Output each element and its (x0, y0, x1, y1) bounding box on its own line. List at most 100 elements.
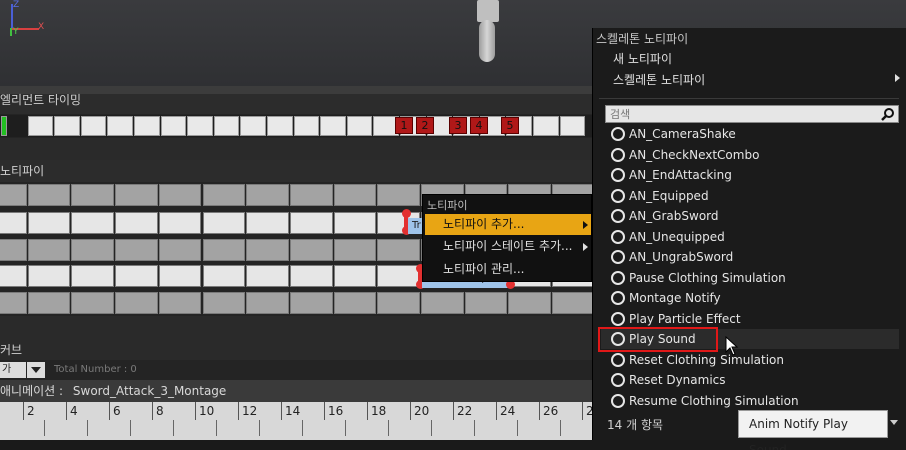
notify-circle-icon (611, 229, 625, 244)
new-notify-item[interactable]: 새 노티파이 (613, 50, 672, 67)
notify-list-item[interactable]: AN_Unequipped (601, 227, 899, 247)
item-count: 14 개 항목 (607, 418, 664, 432)
element-timing-cell (346, 116, 373, 136)
notify-circle-icon (611, 147, 625, 162)
notify-track-cell (27, 265, 71, 287)
axis-z-label: Z (13, 0, 20, 10)
notify-list-item-label: Play Particle Effect (629, 311, 741, 326)
manage-notifies-menu-item[interactable]: 노티파이 관리... (425, 259, 591, 280)
timing-marker[interactable]: 4 (470, 117, 488, 134)
axis-x-label: X (38, 22, 45, 32)
notify-circle-icon (611, 209, 625, 223)
spacer (0, 138, 600, 162)
add-notify-state-label: 노티파이 스테이트 추가... (443, 239, 573, 253)
notify-label: 노티파이 (0, 164, 45, 178)
notify-list-item[interactable]: AN_CameraShake (601, 124, 899, 144)
notify-track-cell (27, 292, 71, 314)
ruler-subtick (173, 420, 174, 436)
search-icon[interactable] (881, 107, 895, 121)
notify-list-item[interactable]: Resume Clothing Simulation (601, 391, 899, 411)
curve-type-dropdown[interactable]: 가 (0, 362, 26, 378)
element-timing-header (0, 94, 600, 114)
element-timing-cell (160, 116, 187, 136)
element-timing-cell (187, 116, 213, 136)
ruler-tick-label: 2 (23, 402, 35, 420)
notify-list-item[interactable]: AN_Equipped (601, 186, 899, 206)
curve-dropdown-arrow-icon[interactable] (27, 362, 45, 378)
notify-track-cell (289, 265, 333, 287)
axis-y-gizmo (10, 28, 12, 36)
timing-marker[interactable]: 3 (449, 117, 467, 134)
notify-list-item-label: Montage Notify (629, 291, 721, 305)
notify-header (0, 160, 600, 182)
notify-circle-icon (611, 270, 625, 285)
search-box[interactable] (605, 105, 899, 123)
character-leg (479, 20, 495, 62)
notify-list-item[interactable]: AN_EndAttacking (601, 165, 899, 185)
notify-circle-icon (611, 311, 625, 326)
notify-circle-icon (611, 291, 625, 305)
element-timing-cell (213, 116, 240, 136)
notify-track-cell (333, 184, 377, 206)
notify-track-cell (508, 292, 552, 314)
notify-track-cell (158, 239, 202, 261)
tooltip: Anim Notify Play Sound (738, 410, 888, 450)
notify-track-cell (27, 239, 71, 261)
ruler-subtick (216, 420, 217, 436)
ruler-subtick (388, 420, 389, 436)
notify-track-cell (0, 292, 27, 314)
timing-marker[interactable]: 2 (416, 117, 434, 134)
notify-track-cell (202, 212, 246, 234)
notify-circle-icon (611, 352, 625, 367)
notify-track-cell (0, 239, 27, 261)
timing-marker[interactable]: 5 (501, 117, 519, 134)
notify-list-item[interactable]: Play Particle Effect (601, 309, 899, 329)
notify-track-cell (0, 184, 27, 206)
search-input[interactable] (610, 107, 870, 121)
notify-track-cell (289, 292, 333, 314)
notify-list-item[interactable]: AN_GrabSword (601, 206, 899, 226)
ruler-tick-label: 16 (324, 402, 343, 420)
notify-list-item-label: AN_EndAttacking (629, 168, 732, 182)
spacer (0, 316, 600, 360)
notify-list-item[interactable]: Reset Clothing Simulation (601, 350, 899, 370)
character-mesh (477, 0, 499, 22)
notify-context-menu: 노티파이 노티파이 추가... 노티파이 스테이트 추가... 노티파이 관리.… (422, 194, 592, 282)
notify-list-item-label: AN_Unequipped (629, 229, 725, 244)
notify-list-item[interactable]: Montage Notify (601, 288, 899, 308)
animation-name-bar: 애니메이션 : Sword_Attack_3_Montage (0, 380, 600, 402)
skeleton-notify-item[interactable]: 스켈레톤 노티파이 (613, 71, 705, 88)
notify-track-cell (421, 292, 464, 314)
curve-label: 커브 (0, 343, 23, 357)
scroll-down-icon[interactable] (890, 420, 898, 425)
notify-track-cell (289, 239, 333, 261)
notify-list-item[interactable]: Pause Clothing Simulation (601, 268, 899, 288)
notify-track-cell (202, 292, 246, 314)
timing-marker[interactable]: 1 (395, 117, 413, 134)
notify-pin-knob[interactable] (402, 209, 411, 218)
notify-track-cell (377, 239, 420, 261)
notify-track-cell (246, 212, 289, 234)
notify-list-item-label: AN_CheckNextCombo (629, 147, 760, 162)
notify-track-cell (377, 292, 420, 314)
notify-track-row[interactable] (0, 292, 600, 316)
notify-list-item[interactable]: AN_CheckNextCombo (601, 145, 899, 165)
add-notify-state-menu-item[interactable]: 노티파이 스테이트 추가... (425, 236, 591, 257)
notify-list-item[interactable]: AN_UngrabSword (601, 247, 899, 267)
element-timing-cell (80, 116, 107, 136)
ruler-subtick (302, 420, 303, 436)
notify-track-cell (115, 184, 158, 206)
add-notify-menu-item[interactable]: 노티파이 추가... (425, 214, 591, 235)
animation-label: 애니메이션 : (0, 384, 64, 398)
submenu-arrow-icon (583, 243, 588, 251)
notify-track-cell (158, 184, 202, 206)
notify-list-item-label: Reset Clothing Simulation (629, 352, 784, 367)
notify-track-cell (333, 292, 377, 314)
notify-list-item[interactable]: Reset Dynamics (601, 370, 899, 390)
element-timing-cell (267, 116, 293, 136)
ruler-tick-label: 22 (453, 402, 472, 420)
notify-track-cell (115, 212, 158, 234)
notify-track-cell (333, 239, 377, 261)
panel-title: 스켈레톤 노티파이 (596, 32, 689, 46)
ruler-tick-label: 24 (496, 402, 515, 420)
